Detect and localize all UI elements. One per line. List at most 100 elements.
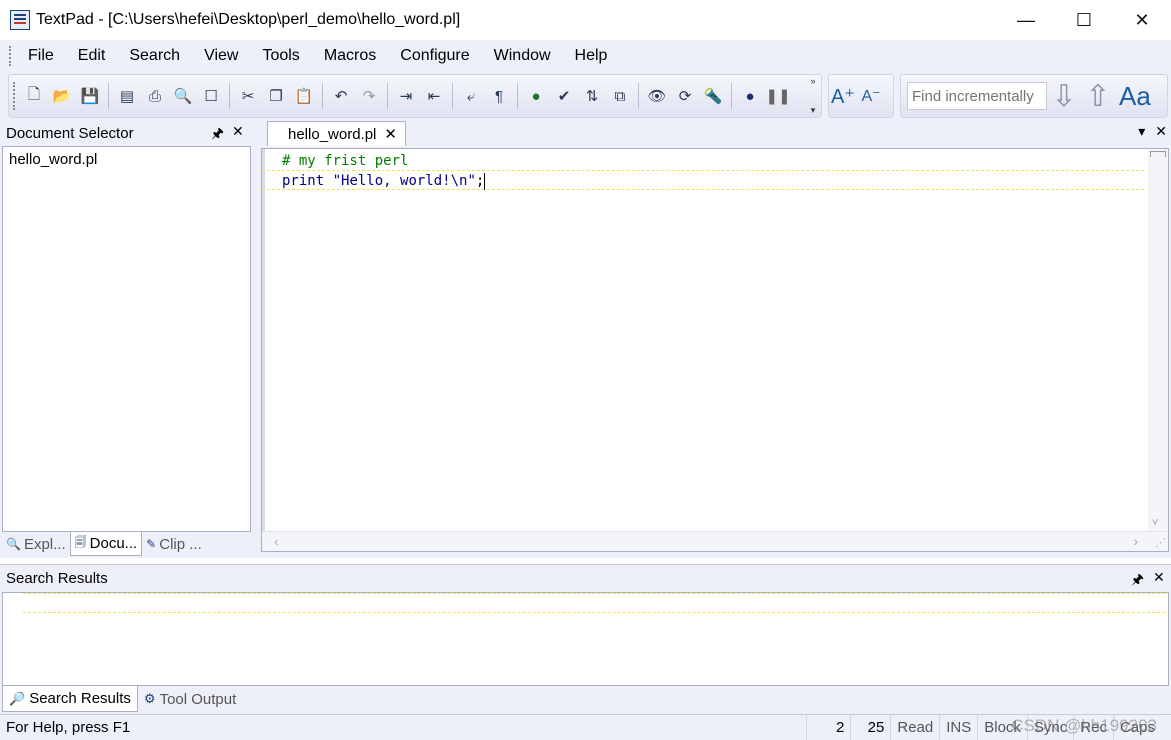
tab-explorer-label: Expl... (23, 535, 66, 553)
editor-margin (262, 149, 265, 531)
menu-search[interactable]: Search (117, 40, 192, 72)
tab-clip-library[interactable]: ✎ Clip ... (142, 532, 206, 556)
close-panel-icon[interactable]: ✕ (232, 123, 244, 140)
search-results-header: Search Results (0, 564, 1171, 592)
tab-explorer[interactable]: 🔍 Expl... (2, 532, 70, 556)
play-macro-icon[interactable]: ❚❚ (765, 83, 791, 109)
split-handle[interactable] (1150, 151, 1166, 157)
indent-icon[interactable]: ⇥ (393, 83, 419, 109)
print-preview-icon[interactable]: 🔍 (170, 83, 196, 109)
toolbar-overflow-chevron-icon[interactable]: » ▾ (807, 76, 819, 116)
tab-clip-library-label: Clip ... (159, 535, 202, 553)
decrease-font-icon[interactable]: A⁻ (857, 86, 885, 106)
horizontal-scrollbar[interactable]: ‹ › ⋰ (262, 531, 1168, 551)
keyword-token: print (282, 173, 325, 189)
status-bar: For Help, press F1 2 25 Read INS Block S… (0, 714, 1171, 740)
open-folder-icon[interactable]: 📂 (49, 83, 75, 109)
side-panel-tabs: 🔍 Expl... 🗐 Docu... ✎ Clip ... (2, 532, 251, 556)
save-icon[interactable]: 💾 (77, 83, 103, 109)
match-case-icon[interactable]: Aa (1119, 81, 1151, 112)
new-file-icon[interactable]: 🗋 (21, 83, 47, 109)
undo-icon[interactable]: ↶ (328, 83, 354, 109)
close-panel-icon[interactable]: ✕ (1153, 569, 1165, 586)
textpad-app-icon[interactable] (10, 10, 30, 30)
sort-icon[interactable]: ⇅ (579, 83, 605, 109)
menu-help[interactable]: Help (563, 40, 620, 72)
document-tab[interactable]: hello_word.pl ✕ (267, 121, 406, 146)
copy-icon[interactable]: ❐ (263, 83, 289, 109)
increase-font-icon[interactable]: A⁺ (829, 84, 857, 109)
cut-icon[interactable]: ✂ (235, 83, 261, 109)
menu-file[interactable]: File (16, 40, 66, 72)
document-selector-title: Document Selector (6, 124, 134, 142)
menu-configure[interactable]: Configure (388, 40, 481, 72)
paste-icon[interactable]: 📋 (291, 83, 317, 109)
compare-icon[interactable]: ⧉ (607, 83, 633, 109)
title-bar: TextPad - [C:\Users\hefei\Desktop\perl_d… (0, 0, 1171, 40)
status-insert-mode[interactable]: INS (939, 714, 977, 740)
toolbar-row: 🗋 📂 💾 ▤ ⎙ 🔍 ☐ ✂ ❐ 📋 ↶ ↷ ⇥ ⇤ ⤶ ¶ ● ✔ ⇅ ⧉ … (0, 72, 1171, 120)
toolbar-separator (229, 83, 230, 109)
search-results-title: Search Results (6, 570, 108, 587)
unindent-icon[interactable]: ⇤ (421, 83, 447, 109)
find-next-arrow-icon[interactable]: ⇩ (1047, 76, 1081, 116)
search-results-icon: 🔎 (9, 690, 26, 706)
replace-icon[interactable]: ⟳ (672, 83, 698, 109)
pin-icon[interactable]: 🖈 (1131, 569, 1144, 593)
menu-view[interactable]: View (192, 40, 250, 72)
menu-window[interactable]: Window (482, 40, 563, 72)
web-browser-icon[interactable]: ● (523, 83, 549, 109)
find-toolbar: ⇩ ⇧ Aa (900, 74, 1168, 118)
minimize-button[interactable]: — (997, 0, 1055, 40)
window-title: TextPad - [C:\Users\hefei\Desktop\perl_d… (36, 11, 461, 28)
print-icon[interactable]: ⎙ (142, 83, 168, 109)
redo-icon[interactable]: ↷ (356, 83, 382, 109)
find-in-files-icon[interactable]: 🔦 (700, 83, 726, 109)
clip-pen-icon: ✎ (146, 537, 157, 551)
semicolon-token: ; (475, 173, 485, 189)
frame-icon[interactable]: ☐ (198, 83, 224, 109)
tab-list-dropdown-icon[interactable]: ▾ (1138, 123, 1145, 140)
search-results-list[interactable] (2, 592, 1169, 686)
find-icon[interactable]: 👁 (644, 83, 670, 109)
toolbar-grip[interactable] (13, 82, 16, 110)
menu-edit[interactable]: Edit (66, 40, 118, 72)
document-selector-panel: Document Selector 🖈 ✕ hello_word.pl 🔍 Ex… (0, 120, 253, 558)
spell-check-icon[interactable]: ✔ (551, 83, 577, 109)
tool-output-icon: ⚙ (143, 691, 156, 706)
scroll-down-arrow-icon[interactable]: ˅ (1152, 517, 1158, 529)
editor-tab-bar: hello_word.pl ✕ ▾ ✕ (253, 120, 1171, 146)
editor-area: hello_word.pl ✕ ▾ ✕ # my frist perl prin… (253, 120, 1171, 558)
menu-tools[interactable]: Tools (250, 40, 311, 72)
toolbar-separator (387, 83, 388, 109)
scroll-right-arrow-icon[interactable]: › (1133, 533, 1138, 549)
text-caret (484, 172, 486, 190)
pilcrow-icon[interactable]: ¶ (486, 83, 512, 109)
save-all-icon[interactable]: ▤ (114, 83, 140, 109)
menu-macros[interactable]: Macros (312, 40, 388, 72)
tab-search-results[interactable]: 🔎 Search Results (2, 686, 138, 712)
tab-tool-output[interactable]: ⚙ Tool Output (138, 686, 242, 712)
standard-toolbar: 🗋 📂 💾 ▤ ⎙ 🔍 ☐ ✂ ❐ 📋 ↶ ↷ ⇥ ⇤ ⤶ ¶ ● ✔ ⇅ ⧉ … (8, 74, 822, 118)
close-document-icon[interactable]: ✕ (1155, 123, 1167, 140)
record-macro-icon[interactable]: ● (737, 83, 763, 109)
comment-token: # my frist perl (282, 153, 409, 169)
tab-document-selector[interactable]: 🗐 Docu... (69, 532, 143, 556)
status-read-mode[interactable]: Read (890, 714, 939, 740)
find-incrementally-input[interactable] (907, 82, 1047, 110)
find-previous-arrow-icon[interactable]: ⇧ (1081, 76, 1115, 116)
word-wrap-icon[interactable]: ⤶ (458, 83, 484, 109)
maximize-button[interactable]: ☐ (1055, 0, 1113, 40)
menu-bar: File Edit Search View Tools Macros Confi… (0, 40, 1171, 72)
pin-icon[interactable]: 🖈 (211, 123, 224, 147)
scroll-left-arrow-icon[interactable]: ‹ (274, 533, 279, 549)
close-tab-icon[interactable]: ✕ (384, 125, 397, 143)
vertical-scrollbar[interactable]: ˅ (1148, 149, 1168, 531)
results-current-line (23, 593, 1165, 613)
tab-tool-output-label: Tool Output (159, 690, 237, 708)
menu-grip[interactable] (9, 46, 12, 66)
document-list-item[interactable]: hello_word.pl (3, 147, 250, 172)
code-editor[interactable]: # my frist perl print "Hello, world!\n";… (261, 148, 1169, 552)
close-window-button[interactable]: ✕ (1113, 0, 1171, 40)
resize-grip-icon[interactable]: ⋰ (1155, 536, 1166, 549)
